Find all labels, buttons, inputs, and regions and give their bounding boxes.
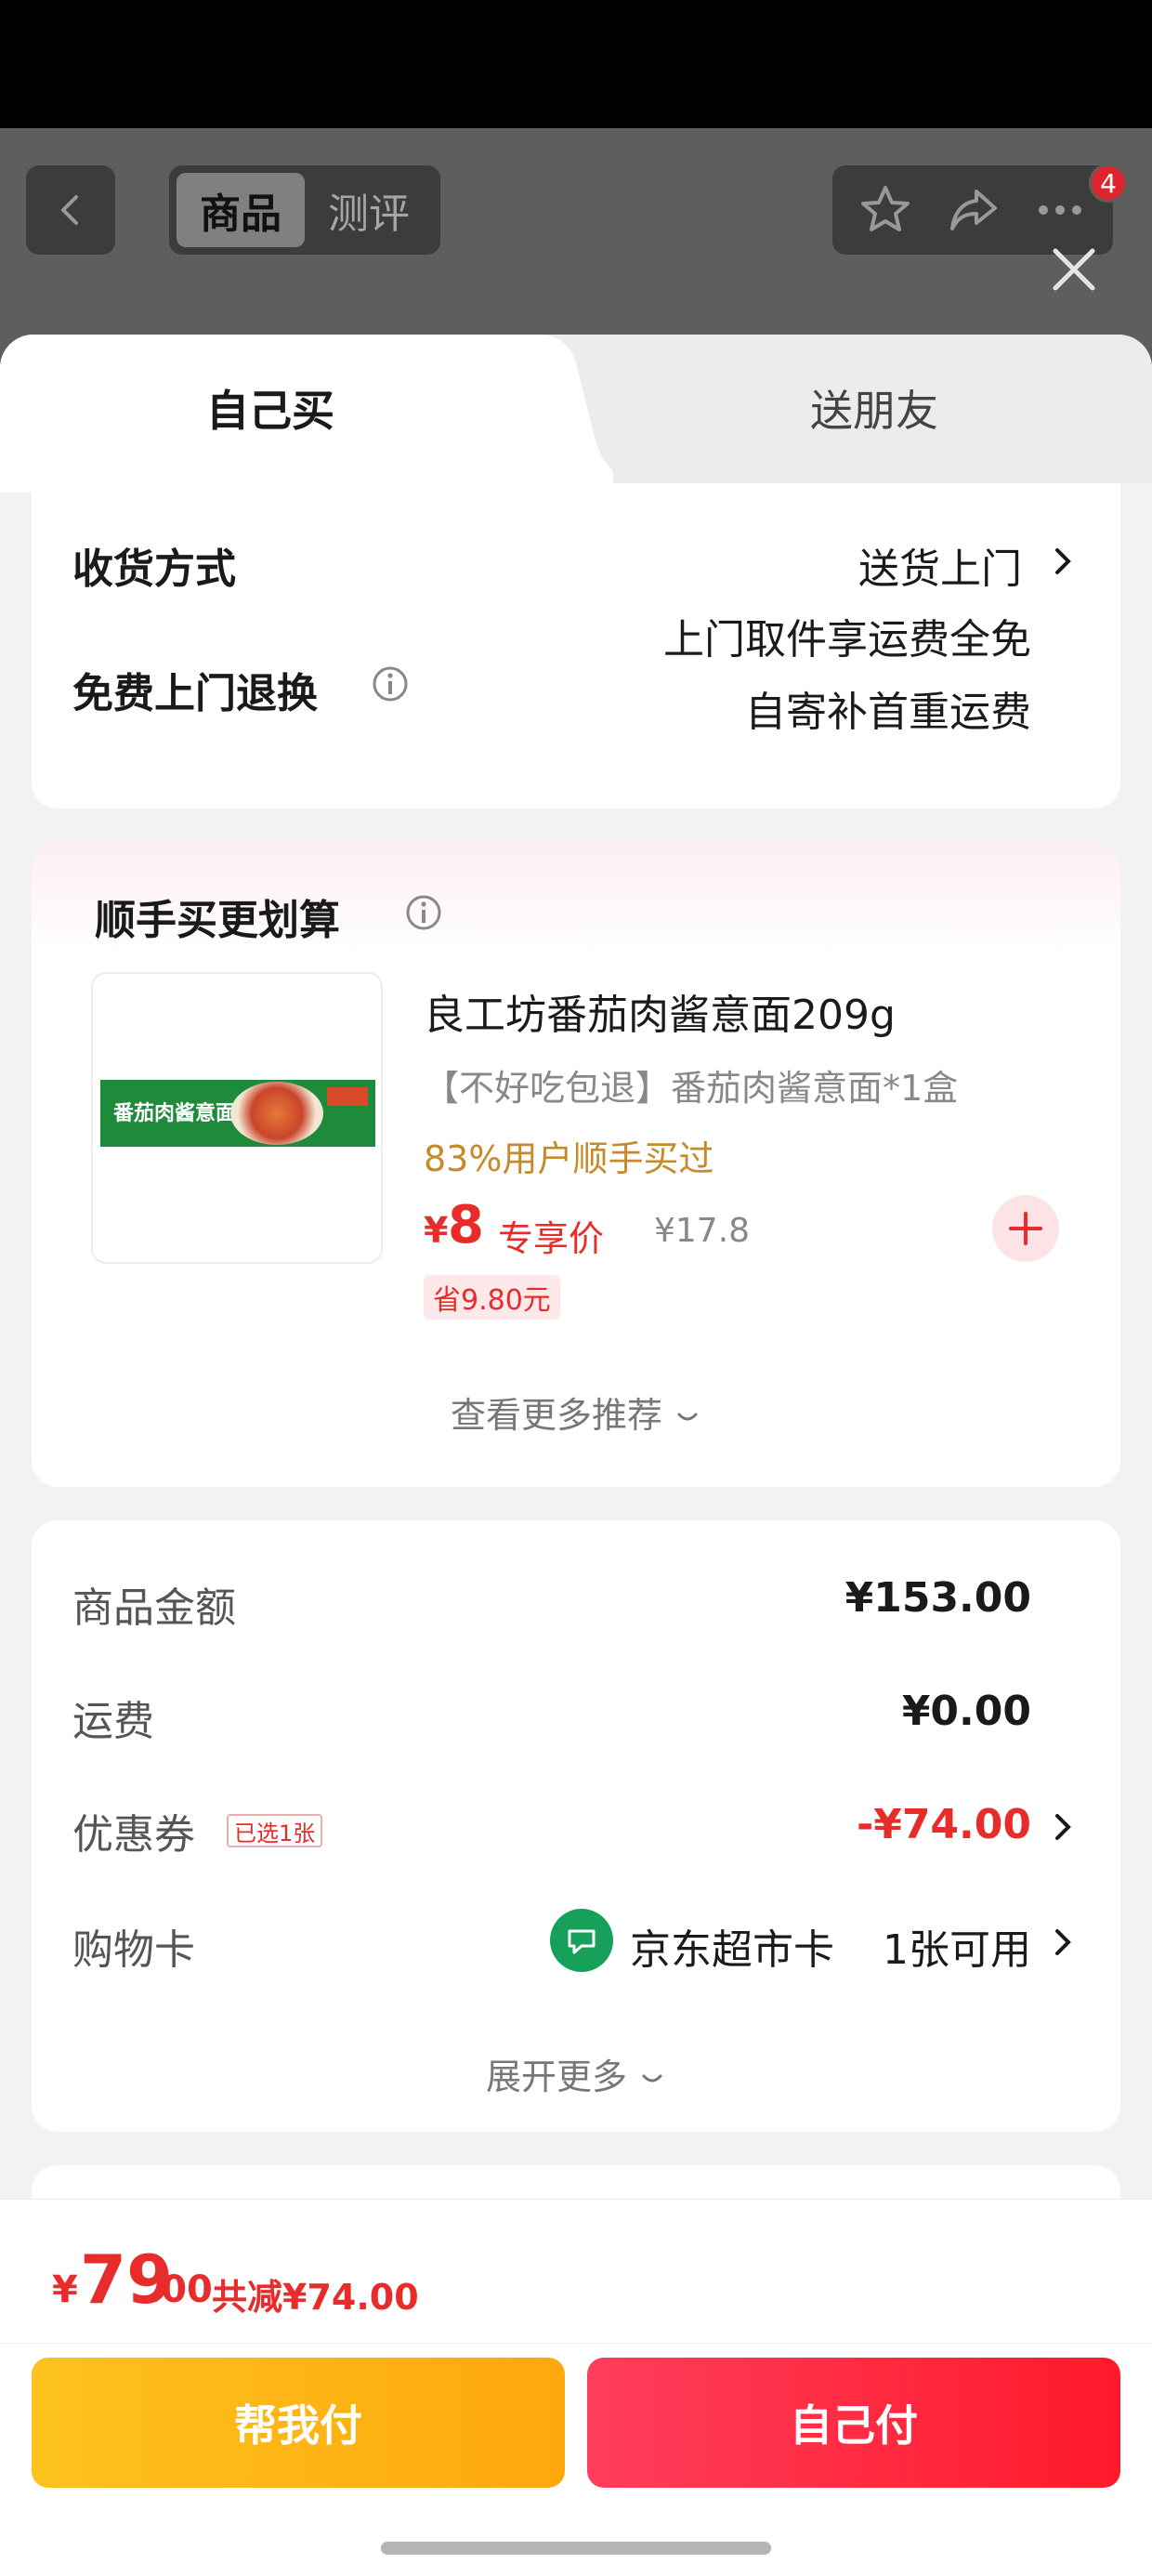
info-icon[interactable]	[370, 664, 411, 704]
exclusive-price-tag: 专享价	[498, 1218, 605, 1259]
product-buy-rate: 83%用户顺手买过	[424, 1138, 714, 1179]
checkout-bar: ¥ 79 .00 共减¥74.00 帮我付 自己付	[0, 2199, 1152, 2576]
status-bar	[0, 0, 1152, 128]
expand-more-label: 展开更多	[485, 2057, 627, 2097]
more-icon[interactable]	[1032, 182, 1088, 238]
expand-more[interactable]: 展开更多	[32, 2048, 1120, 2099]
tab-product[interactable]: 商品	[177, 173, 305, 247]
tab-review[interactable]: 测评	[305, 173, 433, 247]
fee-value-coupon[interactable]: -¥74.00	[857, 1801, 1031, 1848]
package-label: 番茄肉酱意面	[113, 1102, 237, 1125]
info-icon[interactable]	[403, 892, 444, 933]
product-price: 8	[448, 1195, 484, 1255]
card-icon	[568, 1929, 596, 1954]
addon-card: 顺手买更划算 番茄肉酱意面 良工坊番茄肉酱意面209g 【不好吃包退】番茄肉酱意…	[32, 842, 1120, 1487]
ask-friend-pay-button[interactable]: 帮我付	[32, 2358, 565, 2488]
pay-myself-button[interactable]: 自己付	[587, 2358, 1120, 2488]
fee-label-shipping: 运费	[72, 1698, 154, 1745]
delivery-method-value[interactable]: 送货上门	[858, 535, 1022, 595]
chevron-right-icon[interactable]	[1050, 543, 1078, 580]
chevron-down-icon	[677, 1413, 698, 1421]
addon-title: 顺手买更划算	[95, 897, 340, 944]
supermarket-card-icon	[550, 1909, 613, 1972]
total-currency: ¥	[52, 2268, 78, 2311]
savings-badge: 省9.80元	[424, 1275, 560, 1320]
free-return-line2: 自寄补首重运费	[745, 689, 1031, 736]
tab-send-friend[interactable]: 送朋友	[810, 377, 938, 439]
giftcard-name[interactable]: 京东超市卡	[630, 1916, 834, 1976]
fee-value-goods: ¥153.00	[844, 1574, 1031, 1622]
purchase-mode-tabs: 自己买 送朋友	[0, 335, 1152, 493]
total-saved: 共减¥74.00	[212, 2277, 419, 2318]
delivery-card: 收货方式 送货上门 免费上门退换 上门取件享运费全免 自寄补首重运费	[32, 483, 1120, 808]
fee-label-giftcard: 购物卡	[72, 1926, 195, 1974]
pasta-plate	[230, 1082, 323, 1145]
fee-value-shipping: ¥0.00	[901, 1688, 1031, 1735]
product-image[interactable]: 番茄肉酱意面	[91, 972, 383, 1264]
add-to-order-button[interactable]	[992, 1195, 1059, 1262]
original-price: ¥17.8	[654, 1212, 751, 1250]
brand-logo	[327, 1087, 368, 1106]
delivery-method-label: 收货方式	[72, 545, 236, 593]
price-currency: ¥	[424, 1210, 449, 1251]
fee-label-goods: 商品金额	[72, 1584, 236, 1632]
free-return-label: 免费上门退换	[72, 670, 318, 717]
chevron-left-icon	[61, 195, 78, 225]
chevron-right-icon[interactable]	[1050, 1808, 1078, 1846]
close-icon[interactable]	[1046, 242, 1102, 297]
plus-icon	[1009, 1212, 1042, 1245]
chevron-down-icon	[642, 2074, 662, 2083]
message-count-badge: 4	[1089, 164, 1128, 203]
fee-breakdown-card: 商品金额 ¥153.00 运费 ¥0.00 优惠券 已选1张 -¥74.00 购…	[32, 1520, 1120, 2132]
free-return-line1: 上门取件享运费全免	[663, 616, 1031, 664]
chevron-right-icon[interactable]	[1050, 1924, 1078, 1961]
product-package: 番茄肉酱意面	[100, 1080, 375, 1147]
giftcard-available[interactable]: 1张可用	[883, 1916, 1031, 1976]
coupon-selected-tag: 已选1张	[227, 1814, 323, 1847]
fee-label-coupon: 优惠券	[72, 1811, 195, 1859]
star-icon[interactable]	[857, 182, 913, 238]
tab-buy-self[interactable]: 自己买	[206, 377, 334, 439]
header-tabs: 商品 测评	[169, 165, 440, 255]
product-desc: 【不好吃包退】番茄肉酱意面*1盒	[424, 1068, 959, 1109]
more-recommendations-label: 查看更多推荐	[450, 1395, 662, 1436]
total-decimal: .00	[147, 2268, 213, 2311]
more-recommendations[interactable]: 查看更多推荐	[32, 1387, 1120, 1438]
back-button[interactable]	[26, 165, 115, 255]
product-name[interactable]: 良工坊番茄肉酱意面209g	[424, 981, 896, 1041]
home-indicator	[381, 2542, 771, 2555]
divider	[0, 2343, 1152, 2344]
share-icon[interactable]	[945, 182, 1001, 238]
